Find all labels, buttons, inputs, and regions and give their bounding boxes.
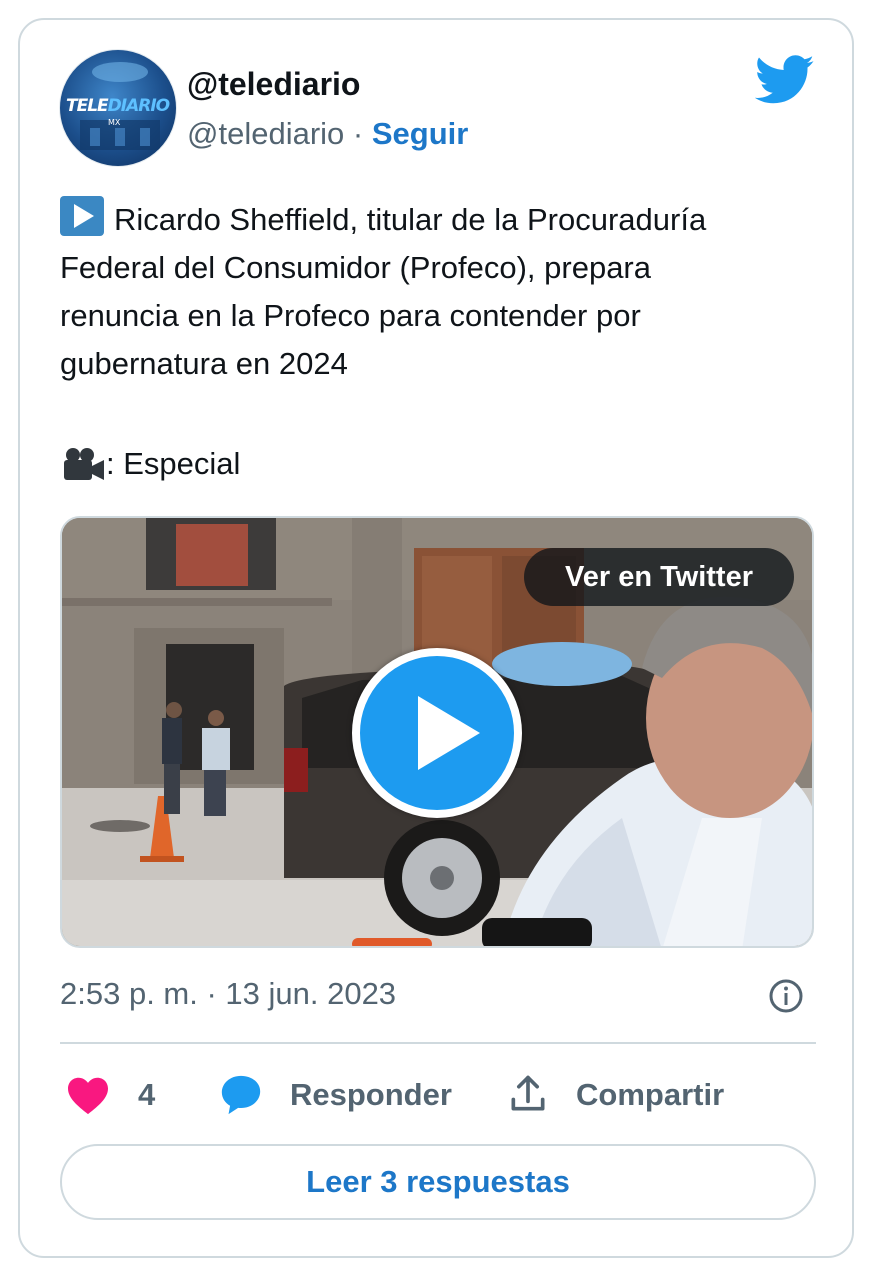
media-credit: : Especial bbox=[60, 440, 240, 488]
author-handle-line: @telediario · Seguir bbox=[187, 114, 468, 154]
reply-bubble-icon[interactable] bbox=[218, 1072, 264, 1118]
follow-button[interactable]: Seguir bbox=[372, 116, 468, 151]
play-icon[interactable] bbox=[352, 648, 522, 818]
twitter-bird-icon[interactable] bbox=[755, 54, 815, 106]
tweet-actions-bar: 4 Responder Compartir bbox=[60, 1070, 816, 1120]
view-on-twitter-button[interactable]: Ver en Twitter bbox=[524, 548, 794, 606]
like-count[interactable]: 4 bbox=[138, 1075, 155, 1115]
info-icon[interactable] bbox=[768, 978, 804, 1014]
movie-camera-icon bbox=[64, 448, 104, 480]
reply-button[interactable]: Responder bbox=[290, 1075, 452, 1115]
read-replies-button[interactable]: Leer 3 respuestas bbox=[60, 1144, 816, 1220]
author-handle[interactable]: @telediario bbox=[187, 116, 344, 151]
tweet-text-line-2: renuncia en la Profeco para contender po… bbox=[60, 298, 641, 333]
tweet-embed-card: TELE DIARIO MX @telediario @telediario · … bbox=[18, 18, 854, 1258]
avatar-logo-sub: MX bbox=[108, 118, 121, 127]
heart-icon[interactable] bbox=[66, 1075, 110, 1115]
tweet-text-line-1: Federal del Consumidor (Profeco), prepar… bbox=[60, 250, 651, 285]
tweet-text: Ricardo Sheffield, titular de la Procura… bbox=[60, 196, 820, 388]
tweet-text-line: Ricardo Sheffield, titular de la Procura… bbox=[60, 196, 820, 244]
play-button-emoji-icon bbox=[60, 196, 104, 236]
avatar-logo-part1: TELE bbox=[66, 96, 109, 116]
media-credit-text: : Especial bbox=[106, 446, 241, 481]
divider bbox=[60, 1042, 816, 1044]
tweet-text-line-0: Ricardo Sheffield, titular de la Procura… bbox=[114, 202, 707, 237]
avatar[interactable]: TELE DIARIO MX bbox=[59, 49, 177, 167]
tweet-timestamp[interactable]: 2:53 p. m. · 13 jun. 2023 bbox=[60, 974, 396, 1014]
author-display-name[interactable]: @telediario bbox=[187, 64, 360, 104]
share-button[interactable]: Compartir bbox=[576, 1075, 724, 1115]
tweet-text-line-3: gubernatura en 2024 bbox=[60, 346, 348, 381]
avatar-logo: TELE DIARIO bbox=[66, 93, 172, 119]
avatar-logo-part2: DIARIO bbox=[107, 96, 170, 116]
share-icon[interactable] bbox=[506, 1072, 550, 1116]
handle-separator: · bbox=[344, 116, 372, 151]
video-media[interactable]: Ver en Twitter bbox=[60, 516, 814, 948]
